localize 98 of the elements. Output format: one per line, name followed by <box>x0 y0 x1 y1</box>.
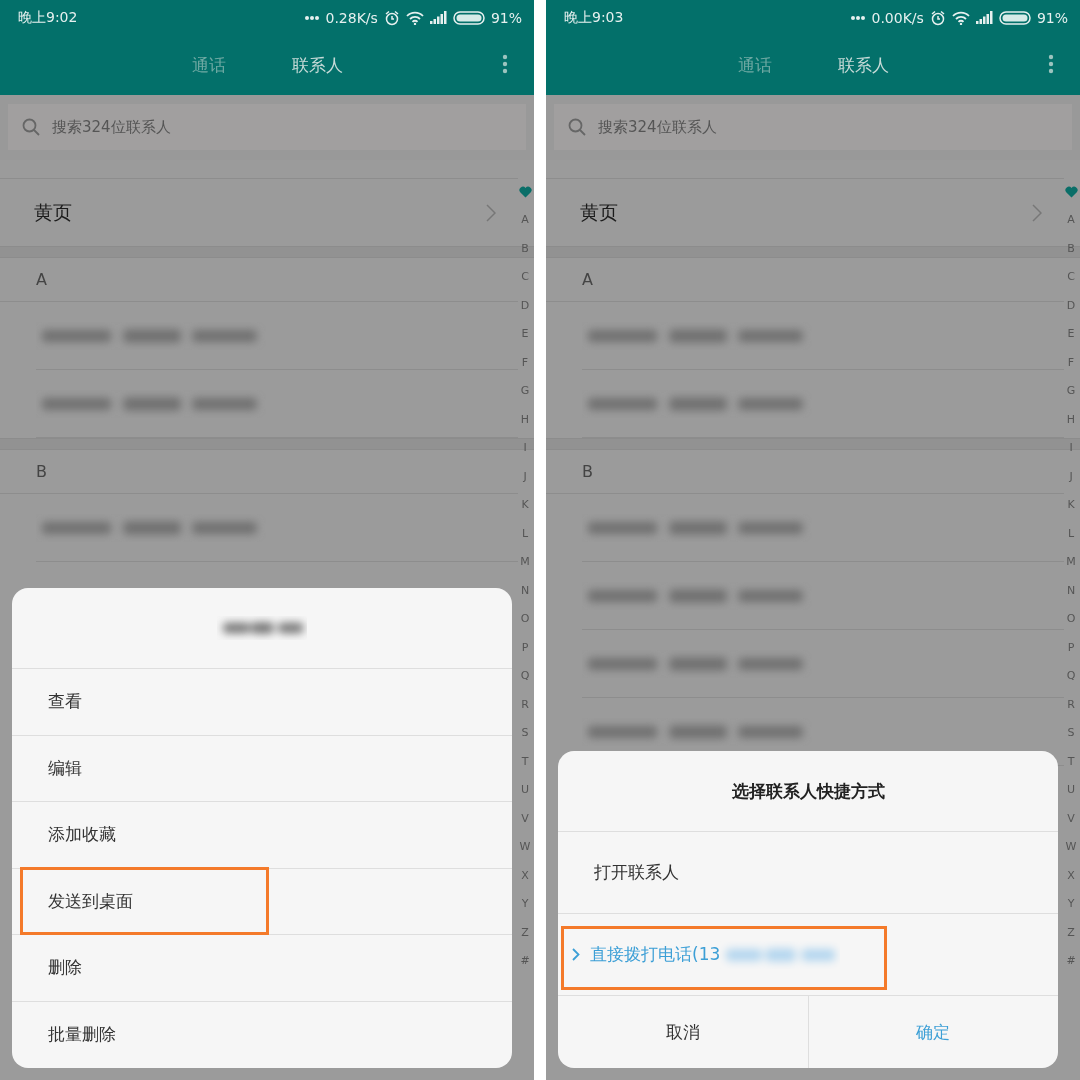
status-time: 晚上9:03 <box>564 8 625 27</box>
section-header: B <box>582 462 593 481</box>
index-letter[interactable]: N <box>1066 576 1076 605</box>
index-letter[interactable]: X <box>1067 861 1075 890</box>
index-letter[interactable]: A <box>1067 206 1075 235</box>
tab[interactable]: 联系人 <box>283 49 351 81</box>
chevron-icon <box>572 948 580 961</box>
index-letter[interactable]: Y <box>1067 890 1075 919</box>
section-header: A <box>36 270 47 289</box>
search-icon <box>568 118 586 136</box>
index-letter[interactable]: C <box>1067 263 1075 292</box>
index-letter[interactable]: Y <box>521 890 529 919</box>
index-letter[interactable]: V <box>521 804 529 833</box>
index-letter[interactable]: H <box>1066 405 1076 434</box>
network-speed: 0.00K/s <box>871 9 924 26</box>
alarm-icon <box>929 9 946 26</box>
signal-icon <box>429 11 447 24</box>
chevron-icon <box>486 203 496 222</box>
index-letter[interactable]: P <box>521 633 529 662</box>
index-letter[interactable]: # <box>1066 947 1076 976</box>
index-letter[interactable]: W <box>519 833 531 862</box>
index-letter[interactable]: U <box>520 776 530 805</box>
search-field[interactable]: 搜索324位联系人 <box>554 104 1072 150</box>
index-letter[interactable]: Q <box>520 662 530 691</box>
index-letter[interactable]: T <box>1067 747 1075 776</box>
index-letter[interactable]: E <box>1067 320 1075 349</box>
index-letter[interactable]: C <box>521 263 529 292</box>
index-letter[interactable]: V <box>1067 804 1075 833</box>
index-letter[interactable]: Z <box>521 918 529 947</box>
index-letter[interactable]: E <box>521 320 529 349</box>
battery-percent: 91% <box>1036 9 1068 26</box>
menu-item[interactable]: 发送到桌面 <box>12 868 512 935</box>
shortcut-option[interactable]: 打开联系人 <box>558 832 1058 914</box>
confirm-button[interactable]: 确定 <box>807 996 1058 1068</box>
menu-item[interactable]: 编辑 <box>12 735 512 802</box>
index-letter[interactable]: Q <box>1066 662 1076 691</box>
index-letter[interactable]: J <box>1069 462 1073 491</box>
index-letter[interactable]: M <box>520 548 530 577</box>
battery-percent: 91% <box>490 9 522 26</box>
index-letter[interactable]: N <box>520 576 530 605</box>
index-letter[interactable]: R <box>521 690 529 719</box>
network-speed: 0.28K/s <box>325 9 378 26</box>
menu-item[interactable]: 删除 <box>12 935 512 1002</box>
more-dots-icon <box>849 14 866 21</box>
menu-icon[interactable] <box>1048 54 1054 74</box>
alarm-icon <box>383 9 400 26</box>
index-letter[interactable]: L <box>1067 519 1075 548</box>
search-icon <box>22 118 40 136</box>
index-letter[interactable]: L <box>521 519 529 548</box>
index-letter[interactable]: F <box>521 348 529 377</box>
index-letter[interactable]: S <box>521 719 529 748</box>
index-letter[interactable]: S <box>1067 719 1075 748</box>
index-letter[interactable]: X <box>521 861 529 890</box>
index-letter[interactable]: K <box>521 491 529 520</box>
tab[interactable]: 通话 <box>183 49 234 81</box>
tab[interactable]: 通话 <box>729 49 780 81</box>
index-letter[interactable]: H <box>520 405 530 434</box>
index-letter[interactable]: P <box>1067 633 1075 662</box>
index-letter[interactable]: G <box>520 377 530 406</box>
wifi-icon <box>405 10 424 25</box>
status-time: 晚上9:02 <box>18 8 79 27</box>
index-letter[interactable]: F <box>1067 348 1075 377</box>
section-header: B <box>36 462 47 481</box>
battery-icon <box>452 10 485 25</box>
tab[interactable]: 联系人 <box>829 49 897 81</box>
chevron-icon <box>1032 203 1042 222</box>
more-dots-icon <box>303 14 320 21</box>
index-letter[interactable]: U <box>1066 776 1076 805</box>
cancel-button[interactable]: 取消 <box>558 996 808 1068</box>
index-letter[interactable]: B <box>1067 234 1075 263</box>
index-letter[interactable]: G <box>1066 377 1076 406</box>
menu-item[interactable]: 添加收藏 <box>12 802 512 869</box>
menu-item[interactable]: 批量删除 <box>12 1001 512 1068</box>
index-letter[interactable]: K <box>1067 491 1075 520</box>
heart-icon[interactable] <box>1064 186 1078 198</box>
index-letter[interactable]: O <box>520 605 530 634</box>
index-letter[interactable]: B <box>521 234 529 263</box>
wifi-icon <box>951 10 970 25</box>
index-letter[interactable]: # <box>520 947 530 976</box>
search-field[interactable]: 搜索324位联系人 <box>8 104 526 150</box>
index-letter[interactable]: J <box>523 462 527 491</box>
battery-icon <box>998 10 1031 25</box>
dialog-title: 选择联系人快捷方式 <box>731 779 885 803</box>
index-letter[interactable]: O <box>1066 605 1076 634</box>
shortcut-option[interactable]: 直接拨打电话(13 <box>558 914 1058 996</box>
menu-icon[interactable] <box>502 54 508 74</box>
index-letter[interactable]: Z <box>1067 918 1075 947</box>
index-letter[interactable]: A <box>521 206 529 235</box>
index-letter[interactable]: T <box>521 747 529 776</box>
heart-icon[interactable] <box>518 186 532 198</box>
index-letter[interactable]: M <box>1066 548 1076 577</box>
index-letter[interactable]: D <box>520 291 530 320</box>
section-header: A <box>582 270 593 289</box>
index-letter[interactable]: W <box>1065 833 1077 862</box>
index-letter[interactable]: R <box>1067 690 1075 719</box>
menu-item[interactable]: 查看 <box>12 669 512 736</box>
index-letter[interactable]: D <box>1066 291 1076 320</box>
signal-icon <box>975 11 993 24</box>
